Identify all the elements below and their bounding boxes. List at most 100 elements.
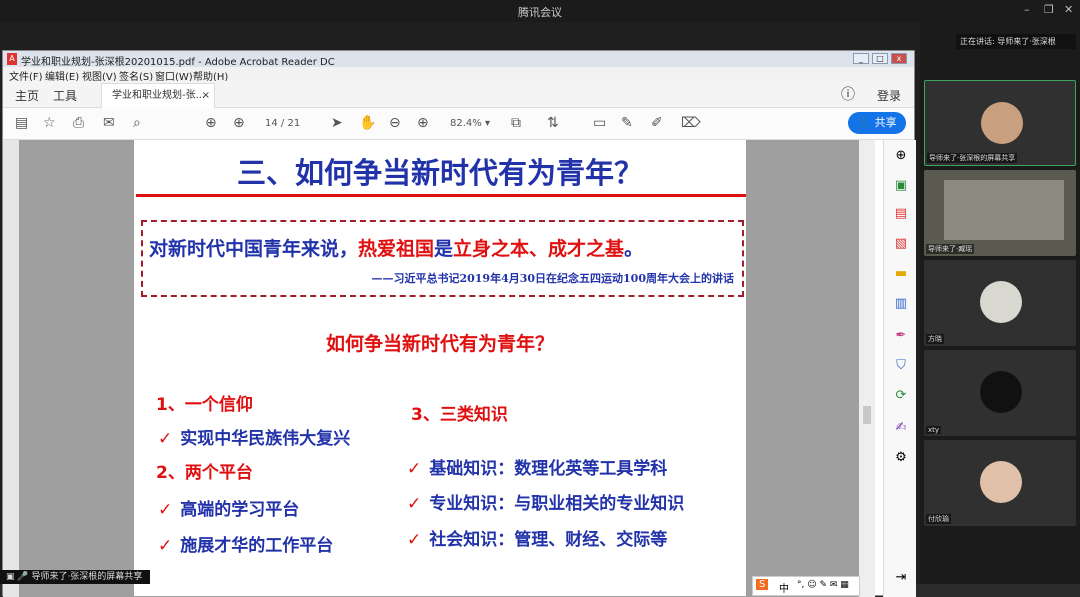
window-minimize-button[interactable]: _ <box>853 53 869 64</box>
slide-title: 三、如何争当新时代有为青年？ <box>236 156 643 190</box>
item-basic-knowledge-text: 基础知识：数理化英等工具学科 <box>429 459 668 479</box>
tab-tools[interactable]: 工具 <box>53 87 77 104</box>
help-icon[interactable]: ⓘ <box>841 84 855 104</box>
item-professional-knowledge-text: 专业知识：与职业相关的专业知识 <box>429 494 685 514</box>
quote-part-2: 热爱祖国 <box>358 238 435 260</box>
window-maximize-button[interactable]: □ <box>872 53 888 64</box>
participant-tile[interactable]: xty <box>924 350 1076 436</box>
page-current[interactable]: 14 <box>265 118 278 129</box>
zoom-out-icon[interactable]: ⊖ <box>389 115 401 131</box>
item-revival: ✓ 实现中华民族伟大复兴 <box>158 424 350 449</box>
save-icon[interactable]: ▤ <box>15 115 28 131</box>
sogou-icon: S <box>756 579 769 590</box>
print-icon[interactable]: ⎙ <box>73 115 84 131</box>
participant-tile[interactable]: 导师来了·张深根的屏幕共享 <box>924 80 1076 166</box>
item-learning-platform: ✓ 高端的学习平台 <box>158 495 299 520</box>
participant-tile[interactable]: 方晓 <box>924 260 1076 346</box>
draw-icon[interactable]: ✐ <box>651 115 663 131</box>
export-pdf-icon[interactable]: ▣ <box>893 178 909 194</box>
check-icon: ✓ <box>407 459 422 479</box>
vertical-scrollbar[interactable] <box>859 140 875 597</box>
comment-tool-icon[interactable]: ▬ <box>893 266 909 282</box>
email-icon[interactable]: ✉ <box>103 115 115 131</box>
tab-bar: 主页 工具 学业和职业规划-张... × ⓘ 登录 <box>3 81 914 108</box>
quote-text: 对新时代中国青年来说，热爱祖国是立身之本、成才之基。 <box>149 234 643 261</box>
participant-name: xty <box>926 426 942 434</box>
menu-bar: 文件(F) 编辑(E) 视图(V) 签名(S) 窗口(W) 帮助(H) <box>3 67 914 83</box>
window-title: 学业和职业规划-张深根20201015.pdf - Adobe Acrobat … <box>21 57 335 68</box>
item-work-platform-text: 施展才华的工作平台 <box>180 536 334 556</box>
heading-platforms: 2、两个平台 <box>156 463 253 483</box>
participant-panel: 正在讲话: 导师来了·张深根 导师来了·张深根的屏幕共享 导师来了·臧瑶 方晓 … <box>920 22 1080 584</box>
select-cursor-icon[interactable]: ➤ <box>331 115 343 131</box>
ime-mode[interactable]: 中 <box>779 580 789 595</box>
title-divider <box>136 194 746 197</box>
comment-icon[interactable]: ▭ <box>593 115 606 131</box>
restore-icon[interactable]: ❐ <box>1044 3 1054 16</box>
avatar <box>980 371 1022 413</box>
window-close-button[interactable]: x <box>891 53 907 64</box>
item-social-knowledge-text: 社会知识：管理、财经、交际等 <box>429 530 668 550</box>
page-total: / 21 <box>280 118 301 129</box>
participant-name: 导师来了·臧瑶 <box>926 244 975 254</box>
check-icon: ✓ <box>158 429 173 449</box>
speaking-indicator: 正在讲话: 导师来了·张深根 <box>956 34 1076 49</box>
protect-icon[interactable]: ⛉ <box>893 358 909 374</box>
close-tab-icon[interactable]: × <box>202 84 210 107</box>
close-icon[interactable]: ✕ <box>1064 3 1073 16</box>
ime-toolbar[interactable]: S 中 °, ☺ ✎ ✉ ▦ <box>752 576 860 596</box>
acrobat-titlebar: A 学业和职业规划-张深根20201015.pdf - Adobe Acroba… <box>3 51 914 68</box>
quote-part-1: 对新时代中国青年来说， <box>149 238 359 260</box>
fill-sign-icon[interactable]: ✒ <box>893 328 909 344</box>
acrobat-window: A 学业和职业规划-张深根20201015.pdf - Adobe Acroba… <box>2 50 916 597</box>
item-work-platform: ✓ 施展才华的工作平台 <box>158 531 333 556</box>
participant-tile[interactable]: 导师来了·臧瑶 <box>924 170 1076 256</box>
quote-box: 对新时代中国青年来说，热爱祖国是立身之本、成才之基。 ——习近平总书记2019年… <box>141 220 744 297</box>
zoom-value: 82.4% <box>450 118 482 129</box>
stamp-icon[interactable]: ⌦ <box>681 115 701 131</box>
edit-pdf-icon[interactable]: ▧ <box>893 236 909 252</box>
document-viewer[interactable]: 三、如何争当新时代有为青年？ 对新时代中国青年来说，热爱祖国是立身之本、成才之基… <box>3 140 875 597</box>
zoom-tool-icon[interactable]: ⊕ <box>893 148 909 164</box>
search-icon[interactable]: ⌕ <box>133 115 141 131</box>
quote-part-3: 是 <box>434 238 454 260</box>
check-icon: ✓ <box>407 494 422 514</box>
zoom-select[interactable]: 82.4% ▾ <box>450 115 496 133</box>
hand-tool-icon[interactable]: ✋ <box>359 115 376 131</box>
item-professional-knowledge: ✓ 专业知识：与职业相关的专业知识 <box>407 489 684 514</box>
screen-share-area: A 学业和职业规划-张深根20201015.pdf - Adobe Acroba… <box>0 22 920 597</box>
scroll-mode-icon[interactable]: ⇅ <box>547 115 559 131</box>
combine-files-icon[interactable]: ▥ <box>893 296 909 312</box>
pdf-icon: A <box>7 53 17 65</box>
share-button[interactable]: 👤 共享 <box>848 112 906 134</box>
tab-home[interactable]: 主页 <box>15 87 39 104</box>
page-indicator[interactable]: 14 / 21 <box>265 115 317 133</box>
participant-name: 导师来了·张深根的屏幕共享 <box>927 153 1018 163</box>
toolbar: ▤ ☆ ⎙ ✉ ⌕ ⊕ ⊕ 14 / 21 ➤ ✋ ⊖ ⊕ 82.4% ▾ ⧉ … <box>3 108 914 140</box>
quote-source: ——习近平总书记2019年4月30日在纪念五四运动100周年大会上的讲话 <box>371 272 734 285</box>
video-feed <box>944 180 1064 240</box>
bookmark-icon[interactable]: ☆ <box>43 115 56 131</box>
tab-document[interactable]: 学业和职业规划-张... × <box>101 83 215 108</box>
participant-tile[interactable]: 付欣瑜 <box>924 440 1076 526</box>
login-link[interactable]: 登录 <box>877 87 901 104</box>
slide-subtitle: 如何争当新时代有为青年？ <box>325 333 554 355</box>
prev-page-icon[interactable]: ⊕ <box>205 115 217 131</box>
tab-document-label: 学业和职业规划-张... <box>112 90 206 101</box>
highlight-icon[interactable]: ✎ <box>621 115 633 131</box>
item-basic-knowledge: ✓ 基础知识：数理化英等工具学科 <box>407 454 667 479</box>
more-tools-icon[interactable]: ⚙ <box>893 450 909 466</box>
zoom-in-icon[interactable]: ⊕ <box>417 115 429 131</box>
ime-options-icon[interactable]: °, ☺ ✎ ✉ ▦ <box>797 580 849 590</box>
create-pdf-icon[interactable]: ▤ <box>893 206 909 222</box>
participant-name: 方晓 <box>926 334 944 344</box>
right-tools-pane: ⊕ ▣ ▤ ▧ ▬ ▥ ✒ ⛉ ⟳ ✍ ⚙ ⇥ <box>883 140 916 597</box>
send-sign-icon[interactable]: ✍ <box>893 420 909 436</box>
fit-page-icon[interactable]: ⧉ <box>511 115 521 131</box>
left-panel-strip[interactable] <box>3 140 19 597</box>
quote-part-5: 。 <box>624 238 644 260</box>
scrollbar-thumb[interactable] <box>863 406 871 424</box>
next-page-icon[interactable]: ⊕ <box>233 115 245 131</box>
minimize-icon[interactable]: – <box>1024 3 1030 16</box>
optimize-icon[interactable]: ⟳ <box>893 388 909 404</box>
